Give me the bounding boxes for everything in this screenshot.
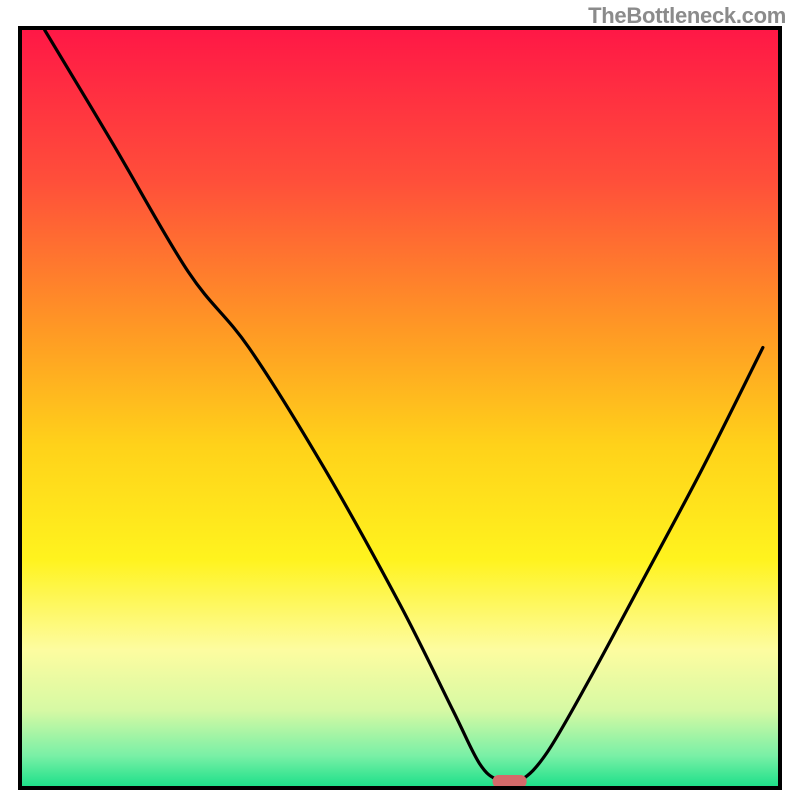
gradient-background [22,30,778,786]
chart-plot [22,30,778,786]
optimal-marker [493,775,527,786]
chart-frame [18,26,782,790]
